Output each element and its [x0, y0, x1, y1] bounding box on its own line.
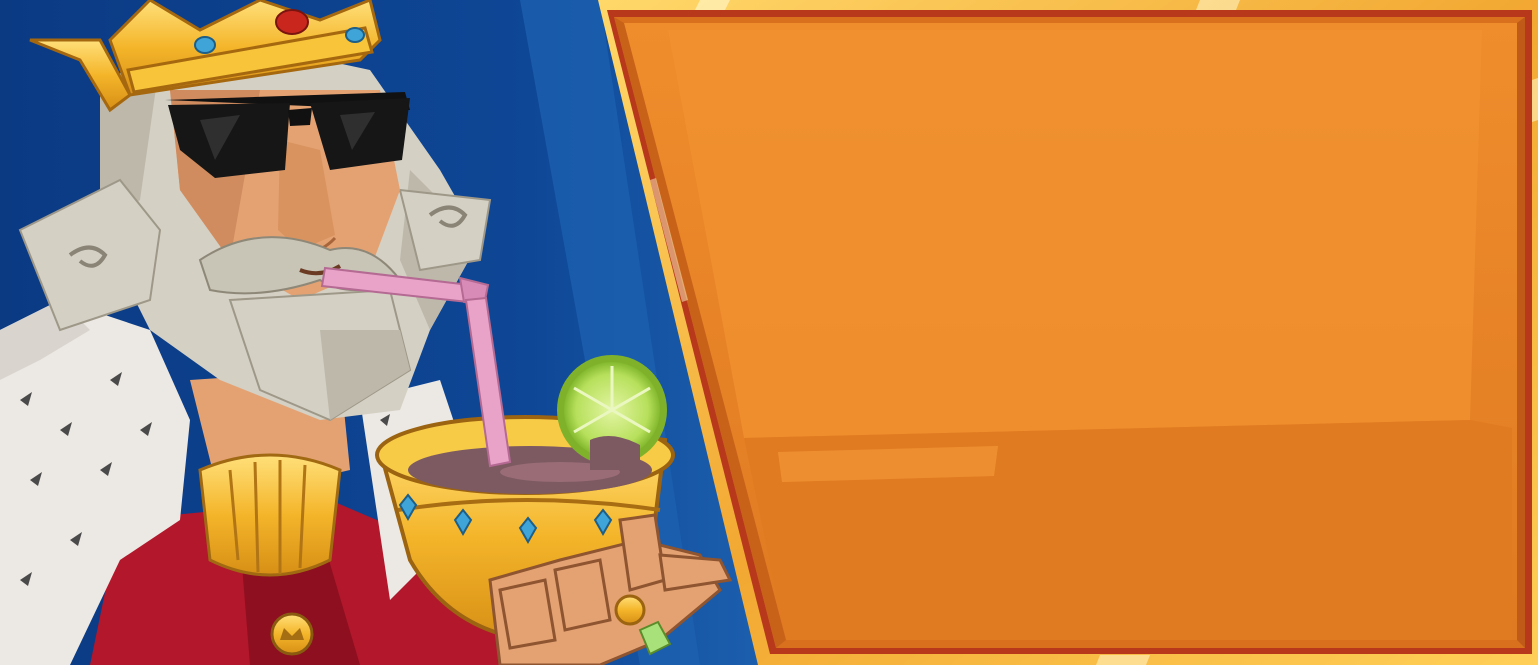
scene-artwork [0, 0, 1538, 665]
promo-banner [0, 0, 1538, 665]
message-panel [598, 0, 1538, 665]
